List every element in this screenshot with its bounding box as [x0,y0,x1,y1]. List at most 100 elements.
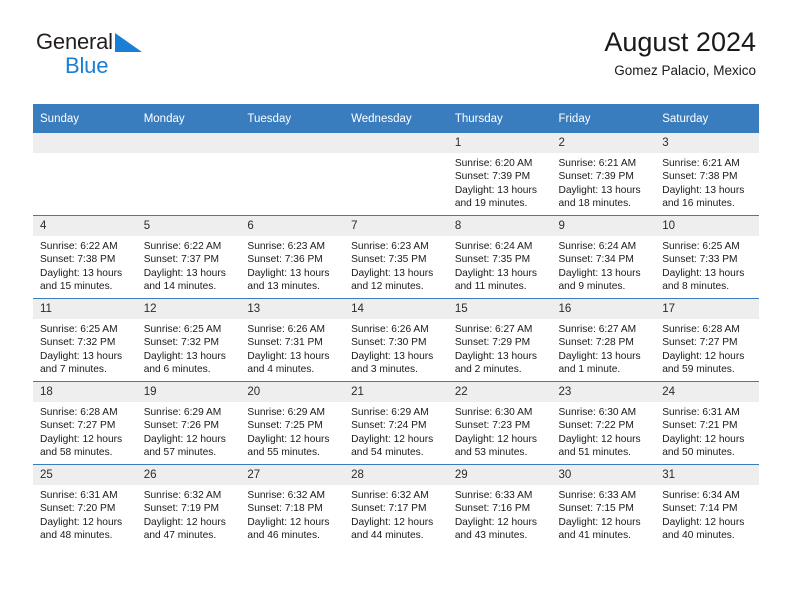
calendar-day-cell[interactable]: 25 Sunrise: 6:31 AM Sunset: 7:20 PM Dayligh… [33,464,137,547]
calendar-table: Sunday Monday Tuesday Wednesday Thursday Frid… [33,104,759,547]
calendar-body: 1 Sunrise: 6:20 AM Sunset: 7:39 PM Daylight… [33,133,759,547]
day-details: Sunrise: 6:25 AM Sunset: 7:32 PM Daylight:… [33,319,137,377]
sunrise-text: Sunrise: 6:26 AM [351,324,429,335]
day-number: 24 [655,382,759,402]
calendar-day-cell[interactable]: 20 Sunrise: 6:29 AM Sunset: 7:25 PM Dayligh… [240,381,345,465]
logo-text-general: General [36,29,113,54]
daylight-text-line1: Daylight: 12 hours [143,516,226,528]
daylight-text-line2: and 43 minutes. [454,530,528,542]
day-number: 13 [240,299,345,319]
sunrise-text: Sunrise: 6:31 AM [662,407,740,418]
day-details: Sunrise: 6:30 AM Sunset: 7:22 PM Daylight:… [552,402,656,460]
calendar-day-cell[interactable]: 19 Sunrise: 6:29 AM Sunset: 7:26 PM Dayligh… [136,381,241,465]
calendar-day-cell[interactable]: 8 Sunrise: 6:24 AM Sunset: 7:35 PM Daylight… [447,215,552,299]
calendar-day-cell[interactable]: 28 Sunrise: 6:32 AM Sunset: 7:17 PM Dayligh… [344,464,448,547]
calendar-day-cell[interactable]: 16 Sunrise: 6:27 AM Sunset: 7:28 PM Dayligh… [551,298,656,382]
daylight-text-line2: and 2 minutes. [454,364,522,376]
calendar-day-cell[interactable]: 4 Sunrise: 6:22 AM Sunset: 7:38 PM Daylight… [33,215,137,299]
daylight-text-line1: Daylight: 12 hours [40,516,123,528]
calendar-day-cell[interactable]: 21 Sunrise: 6:29 AM Sunset: 7:24 PM Dayligh… [344,381,448,465]
daylight-text-line1: Daylight: 13 hours [143,267,226,279]
sunset-text: Sunset: 7:15 PM [558,503,634,515]
title-block: August 2024 Gomez Palacio, Mexico [604,28,756,79]
sunset-text: Sunset: 7:38 PM [40,254,116,266]
calendar-day-cell[interactable]: 11 Sunrise: 6:25 AM Sunset: 7:32 PM Dayligh… [33,298,137,382]
daylight-text-line2: and 40 minutes. [662,530,735,542]
daylight-text-line2: and 54 minutes. [351,447,424,459]
daylight-text-line1: Daylight: 13 hours [351,267,434,279]
weekday-header-tuesday: Tuesday [240,104,345,133]
day-details: Sunrise: 6:22 AM Sunset: 7:37 PM Daylight:… [137,236,241,294]
calendar-day-cell[interactable]: 10 Sunrise: 6:25 AM Sunset: 7:33 PM Dayligh… [655,215,759,299]
calendar-day-cell[interactable]: 15 Sunrise: 6:27 AM Sunset: 7:29 PM Dayligh… [447,298,552,382]
calendar-day-cell[interactable]: 6 Sunrise: 6:23 AM Sunset: 7:36 PM Daylight… [240,215,345,299]
calendar-day-cell[interactable]: 9 Sunrise: 6:24 AM Sunset: 7:34 PM Daylight… [551,215,656,299]
calendar-day-cell[interactable]: 18 Sunrise: 6:28 AM Sunset: 7:27 PM Dayligh… [33,381,137,465]
calendar-day-cell[interactable]: 31 Sunrise: 6:34 AM Sunset: 7:14 PM Dayligh… [655,464,759,547]
calendar-day-cell[interactable]: 5 Sunrise: 6:22 AM Sunset: 7:37 PM Daylight… [136,215,241,299]
sunrise-text: Sunrise: 6:29 AM [143,407,222,418]
calendar-day-cell[interactable]: 1 Sunrise: 6:20 AM Sunset: 7:39 PM Daylight… [447,133,552,216]
daylight-text-line2: and 7 minutes. [40,364,107,376]
day-details: Sunrise: 6:23 AM Sunset: 7:36 PM Daylight:… [240,236,344,294]
day-number: 8 [447,216,552,236]
sunset-text: Sunset: 7:35 PM [351,254,427,266]
day-number: 18 [33,382,137,402]
day-details: Sunrise: 6:32 AM Sunset: 7:18 PM Daylight:… [240,485,344,543]
day-number: 14 [344,299,448,319]
calendar-day-cell[interactable]: 13 Sunrise: 6:26 AM Sunset: 7:31 PM Dayligh… [240,298,345,382]
day-number [240,133,345,153]
calendar-day-cell[interactable]: 2 Sunrise: 6:21 AM Sunset: 7:39 PM Daylight… [551,133,656,216]
calendar-day-cell-empty [136,133,241,216]
daylight-text-line1: Daylight: 13 hours [454,184,537,196]
sunrise-text: Sunrise: 6:32 AM [351,490,429,501]
calendar-day-cell[interactable]: 29 Sunrise: 6:33 AM Sunset: 7:16 PM Dayligh… [447,464,552,547]
sunset-text: Sunset: 7:39 PM [558,171,634,183]
calendar-week-row: 18 Sunrise: 6:28 AM Sunset: 7:27 PM Dayligh… [33,381,759,465]
calendar-day-cell[interactable]: 26 Sunrise: 6:32 AM Sunset: 7:19 PM Dayligh… [136,464,241,547]
calendar-day-cell[interactable]: 24 Sunrise: 6:31 AM Sunset: 7:21 PM Dayligh… [655,381,759,465]
day-number: 16 [551,299,656,319]
calendar-day-cell[interactable]: 3 Sunrise: 6:21 AM Sunset: 7:38 PM Daylight… [655,133,759,216]
daylight-text-line1: Daylight: 12 hours [662,433,745,445]
daylight-text-line2: and 57 minutes. [143,447,217,459]
calendar-day-cell-empty [240,133,345,216]
day-details: Sunrise: 6:29 AM Sunset: 7:26 PM Daylight:… [137,402,241,460]
calendar-day-cell[interactable]: 17 Sunrise: 6:28 AM Sunset: 7:27 PM Dayligh… [655,298,759,382]
day-number: 29 [447,465,552,485]
daylight-text-line2: and 53 minutes. [454,447,528,459]
sunrise-text: Sunrise: 6:29 AM [351,407,429,418]
calendar-day-cell[interactable]: 7 Sunrise: 6:23 AM Sunset: 7:35 PM Daylight… [344,215,448,299]
day-number: 19 [136,382,241,402]
calendar-day-cell[interactable]: 22 Sunrise: 6:30 AM Sunset: 7:23 PM Dayligh… [447,381,552,465]
daylight-text-line1: Daylight: 12 hours [454,516,537,528]
calendar-day-cell[interactable]: 23 Sunrise: 6:30 AM Sunset: 7:22 PM Dayligh… [551,381,656,465]
day-number: 7 [344,216,448,236]
calendar-day-cell[interactable]: 30 Sunrise: 6:33 AM Sunset: 7:15 PM Dayligh… [551,464,656,547]
calendar-day-cell[interactable]: 12 Sunrise: 6:25 AM Sunset: 7:32 PM Dayligh… [136,298,241,382]
sunset-text: Sunset: 7:32 PM [40,337,116,349]
sunrise-text: Sunrise: 6:34 AM [662,490,740,501]
calendar-week-row: 25 Sunrise: 6:31 AM Sunset: 7:20 PM Dayligh… [33,464,759,547]
day-number: 9 [551,216,656,236]
logo-text-blue: Blue [65,53,109,78]
daylight-text-line1: Daylight: 13 hours [40,267,123,279]
calendar-week-row: 4 Sunrise: 6:22 AM Sunset: 7:38 PM Daylight… [33,215,759,299]
calendar-day-cell[interactable]: 14 Sunrise: 6:26 AM Sunset: 7:30 PM Dayligh… [344,298,448,382]
day-number: 28 [344,465,448,485]
sunset-text: Sunset: 7:33 PM [662,254,738,266]
day-details: Sunrise: 6:28 AM Sunset: 7:27 PM Daylight:… [33,402,137,460]
day-details: Sunrise: 6:33 AM Sunset: 7:15 PM Daylight:… [552,485,656,543]
day-details: Sunrise: 6:21 AM Sunset: 7:39 PM Daylight:… [552,153,656,211]
daylight-text-line1: Daylight: 12 hours [143,433,226,445]
daylight-text-line2: and 15 minutes. [40,281,113,293]
day-number: 3 [655,133,759,153]
sunset-text: Sunset: 7:34 PM [558,254,634,266]
daylight-text-line2: and 59 minutes. [662,364,735,376]
sunrise-text: Sunrise: 6:25 AM [662,241,740,252]
day-details: Sunrise: 6:27 AM Sunset: 7:28 PM Daylight:… [552,319,656,377]
daylight-text-line1: Daylight: 12 hours [662,516,745,528]
daylight-text-line1: Daylight: 13 hours [662,267,745,279]
day-details: Sunrise: 6:34 AM Sunset: 7:14 PM Daylight:… [655,485,759,543]
calendar-day-cell[interactable]: 27 Sunrise: 6:32 AM Sunset: 7:18 PM Dayligh… [240,464,345,547]
